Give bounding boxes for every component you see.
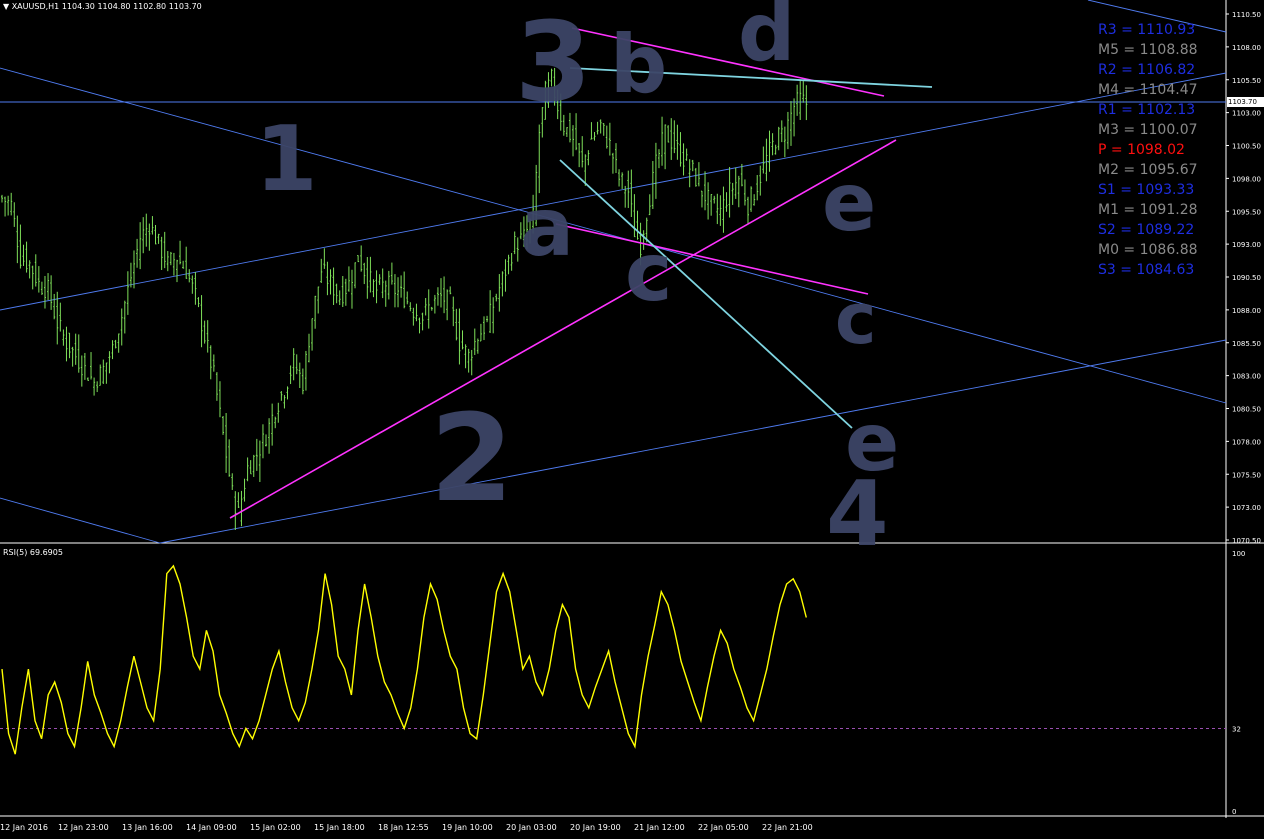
price-tick-label: 1070.50 xyxy=(1232,537,1261,545)
price-tick-label: 1073.00 xyxy=(1232,504,1261,512)
trendline[interactable] xyxy=(0,497,161,544)
time-tick-label: 13 Jan 16:00 xyxy=(122,823,173,832)
wave-label: a xyxy=(520,181,574,274)
pivot-row: R1 = 1102.13 xyxy=(1098,102,1196,118)
price-tick-label: 1078.00 xyxy=(1232,438,1261,446)
pivot-row: M3 = 1100.07 xyxy=(1098,122,1198,138)
pivot-row: S2 = 1089.22 xyxy=(1098,222,1195,238)
price-tick-label: 1108.00 xyxy=(1232,44,1261,52)
symbol-header: ▼ XAUUSD,H1 1104.30 1104.80 1102.80 1103… xyxy=(3,2,202,11)
price-tick-label: 1095.50 xyxy=(1232,208,1261,216)
rsi-tick-label: 0 xyxy=(1232,808,1236,816)
wave-label: e xyxy=(845,396,899,489)
trendline[interactable] xyxy=(0,67,1227,404)
pivot-row: R3 = 1110.93 xyxy=(1098,22,1196,38)
time-tick-label: 15 Jan 18:00 xyxy=(314,823,365,832)
pivot-row: M5 = 1108.88 xyxy=(1098,42,1198,58)
trendline[interactable] xyxy=(159,339,1227,544)
wave-label: e xyxy=(822,156,876,249)
time-tick-label: 21 Jan 12:00 xyxy=(634,823,685,832)
pivot-row: S1 = 1093.33 xyxy=(1098,182,1195,198)
price-tick-label: 1105.50 xyxy=(1232,77,1261,85)
time-tick-label: 19 Jan 10:00 xyxy=(442,823,493,832)
time-tick-label: 22 Jan 21:00 xyxy=(762,823,813,832)
pivot-row: R2 = 1106.82 xyxy=(1098,62,1196,78)
wave-label: 2 xyxy=(430,390,514,529)
price-tick-label: 1093.00 xyxy=(1232,241,1261,249)
pivot-row: M2 = 1095.67 xyxy=(1098,162,1198,178)
price-tick-label: 1110.50 xyxy=(1232,11,1261,19)
time-tick-label: 12 Jan 2016 xyxy=(0,823,48,832)
wave-label: 1 xyxy=(255,107,318,212)
current-price-tag: 1103.70 xyxy=(1227,97,1264,107)
pivot-row: S3 = 1084.63 xyxy=(1098,262,1195,278)
time-tick-label: 18 Jan 12:55 xyxy=(378,823,429,832)
rsi-tick-label: 32 xyxy=(1232,725,1241,733)
dropdown-triangle-icon[interactable]: ▼ xyxy=(3,2,9,11)
rsi-tick-label: 100 xyxy=(1232,550,1245,558)
price-tick-label: 1090.50 xyxy=(1232,274,1261,282)
price-tick-label: 1088.00 xyxy=(1232,307,1261,315)
pivot-row: M0 = 1086.88 xyxy=(1098,242,1198,258)
time-tick-label: 20 Jan 19:00 xyxy=(570,823,621,832)
wave-label: c xyxy=(625,226,672,319)
time-tick-label: 14 Jan 09:00 xyxy=(186,823,237,832)
price-tick-label: 1075.50 xyxy=(1232,471,1261,479)
wave-label: d xyxy=(738,0,795,79)
price-chart[interactable]: 1110.50 1108.00 1105.50 1103.00 1100.50 1098.… xyxy=(0,0,1264,545)
rsi-header: RSI(5) 69.6905 xyxy=(3,548,63,557)
wave-label: c xyxy=(835,278,877,360)
price-tick-label: 1103.00 xyxy=(1232,110,1261,118)
wave-label: b xyxy=(610,18,667,111)
pivot-row: M1 = 1091.28 xyxy=(1098,202,1198,218)
time-tick-label: 20 Jan 03:00 xyxy=(506,823,557,832)
price-tick-label: 1080.50 xyxy=(1232,406,1261,414)
symbol-label: XAUUSD,H1 xyxy=(11,2,60,11)
rsi-line xyxy=(1,564,807,755)
time-axis: 12 Jan 2016 12 Jan 23:00 13 Jan 16:00 14 Ja… xyxy=(0,818,1226,839)
pivot-row: M4 = 1104.47 xyxy=(1098,82,1198,98)
time-tick-label: 22 Jan 05:00 xyxy=(698,823,749,832)
price-tick-label: 1083.00 xyxy=(1232,373,1261,381)
pivot-panel: R3 = 1110.93 M5 = 1108.88 R2 = 1106.82 M4 =… xyxy=(1098,20,1228,280)
time-tick-label: 15 Jan 02:00 xyxy=(250,823,301,832)
ohlc-values: 1104.30 1104.80 1102.80 1103.70 xyxy=(61,2,202,11)
rsi-chart[interactable]: 100 32 0 xyxy=(0,545,1264,818)
price-tick-label: 1100.50 xyxy=(1232,143,1261,151)
wave-label: 3 xyxy=(515,0,592,126)
pivot-row: P = 1098.02 xyxy=(1098,142,1185,158)
time-tick-label: 12 Jan 23:00 xyxy=(58,823,109,832)
price-tick-label: 1085.50 xyxy=(1232,340,1261,348)
price-tick-label: 1098.00 xyxy=(1232,175,1261,183)
